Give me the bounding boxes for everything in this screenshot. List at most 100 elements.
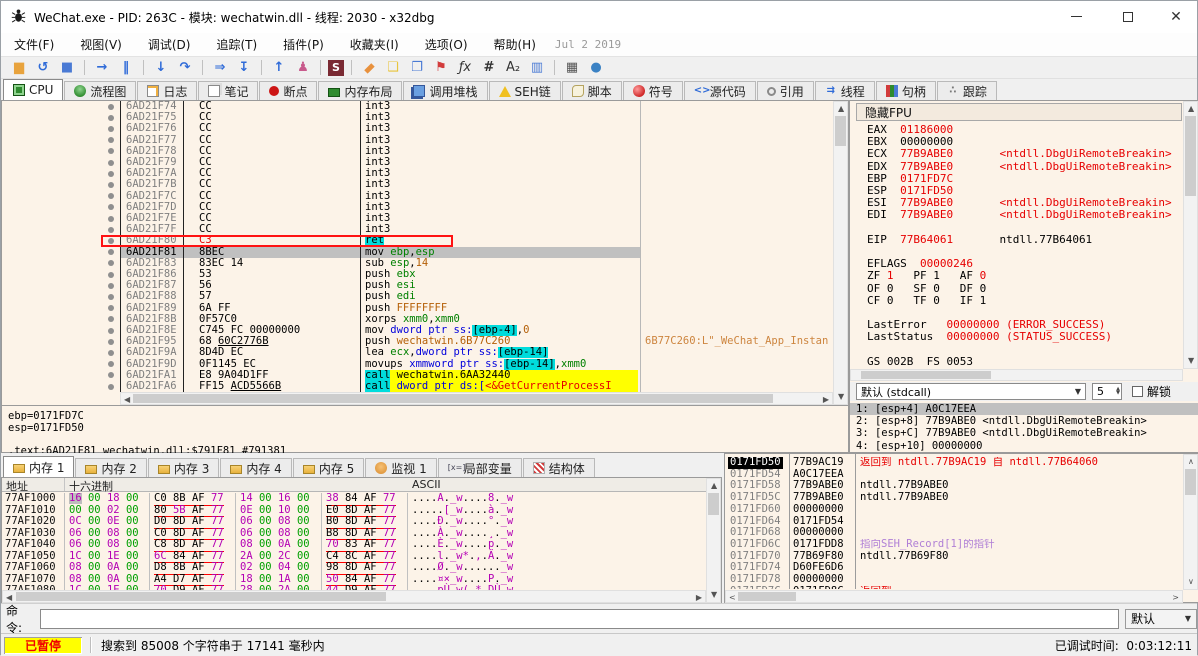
disasm-row[interactable]: 6AD21F8857push edi <box>2 291 833 302</box>
step-out-icon[interactable]: ↧ <box>234 59 254 77</box>
menu-item[interactable]: 插件(P) <box>270 33 337 56</box>
register-line[interactable]: ECX 77B9ABE0 <ntdll.DbgUiRemoteBreakin> <box>867 148 1183 160</box>
hide-fpu-button[interactable]: 隐藏FPU <box>856 103 1182 121</box>
hash-icon[interactable]: # <box>479 59 499 77</box>
memtab-内存 4[interactable]: 内存 4 <box>220 458 291 477</box>
menu-item[interactable]: 文件(F) <box>1 33 67 56</box>
dump-horizontal-scrollbar[interactable]: ◀▶ <box>2 590 706 603</box>
register-line[interactable]: EIP 77B64061 ntdll.77B64061 <box>867 234 1183 246</box>
tab-流程图[interactable]: 流程图 <box>64 81 136 100</box>
argument-row[interactable]: 2: [esp+8] 77B9ABE0 <ntdll.DbgUiRemoteBr… <box>850 415 1198 427</box>
calling-convention-select[interactable]: 默认 (stdcall) ▼ <box>856 383 1086 400</box>
tab-内存布局[interactable]: 内存布局 <box>318 81 402 100</box>
tab-引用[interactable]: 引用 <box>757 81 814 100</box>
disasm-row[interactable]: 6AD21FA6FF15 ACD5566Bcall dword ptr ds:[… <box>2 381 833 392</box>
menu-item[interactable]: 追踪(T) <box>203 33 270 56</box>
register-line[interactable]: GS 002B FS 0053 <box>867 356 1183 368</box>
register-line[interactable]: LastStatus 00000000 (STATUS_SUCCESS) <box>867 331 1183 343</box>
register-line[interactable]: ZF 1 PF 1 AF 0 <box>867 270 1183 282</box>
close-button[interactable]: ✕ <box>1153 1 1198 32</box>
menu-item[interactable]: 视图(V) <box>67 33 135 56</box>
device-icon[interactable]: ▥ <box>527 59 547 77</box>
register-line[interactable]: ESP 0171FD50 <box>867 185 1183 197</box>
tab-日志[interactable]: 日志 <box>137 81 197 100</box>
register-line[interactable] <box>867 246 1183 258</box>
disasm-row[interactable]: 6AD21F7BCCint3 <box>2 179 833 190</box>
menu-item[interactable]: 选项(O) <box>412 33 481 56</box>
memtab-内存 3[interactable]: 内存 3 <box>148 458 219 477</box>
register-line[interactable]: EAX 01186000 <box>867 124 1183 136</box>
tab-跟踪[interactable]: ∴跟踪 <box>937 81 997 100</box>
open-file-icon[interactable]: ▆ <box>9 59 29 77</box>
calculator-icon[interactable]: ▦ <box>562 59 582 77</box>
run-icon[interactable]: → <box>92 59 112 77</box>
argument-row[interactable]: 1: [esp+4] A0C17EEA <box>850 403 1198 415</box>
menu-item[interactable]: 收藏夹(I) <box>337 33 412 56</box>
register-line[interactable] <box>867 344 1183 356</box>
tab-符号[interactable]: 符号 <box>623 81 683 100</box>
stack-horizontal-scrollbar[interactable]: <> <box>725 590 1183 603</box>
strings-icon[interactable]: S <box>328 60 344 76</box>
register-line[interactable]: OF 0 SF 0 DF 0 <box>867 283 1183 295</box>
maximize-button[interactable] <box>1105 1 1151 32</box>
globe-icon[interactable]: ● <box>586 59 606 77</box>
disasm-horizontal-scrollbar[interactable]: ◀▶ <box>120 392 833 405</box>
labels-icon[interactable]: ❐ <box>407 59 427 77</box>
register-line[interactable]: ESI 77B9ABE0 <ntdll.DbgUiRemoteBreakin> <box>867 197 1183 209</box>
memtab-局部变量[interactable]: [x=]局部变量 <box>438 458 522 477</box>
disasm-row[interactable]: 6AD21F9A8D4D EClea ecx,dword ptr ss:[ebp… <box>2 347 833 358</box>
minimize-button[interactable] <box>1053 1 1099 32</box>
register-line[interactable]: EFLAGS 00000246 <box>867 258 1183 270</box>
command-profile-dropdown[interactable]: 默认 ▼ <box>1125 609 1197 629</box>
comments-icon[interactable]: ❑ <box>383 59 403 77</box>
register-line[interactable]: EDX 77B9ABE0 <ntdll.DbgUiRemoteBreakin> <box>867 161 1183 173</box>
tab-线程[interactable]: ⇉线程 <box>815 81 875 100</box>
command-input[interactable] <box>40 609 1119 629</box>
arg-count-stepper[interactable]: 5 ▲ ▼ <box>1092 383 1122 400</box>
dump-vertical-scrollbar[interactable]: ▲▼ <box>706 478 721 603</box>
memtab-监视 1[interactable]: 监视 1 <box>365 458 436 477</box>
tab-调用堆栈[interactable]: 调用堆栈 <box>403 81 487 100</box>
stop-icon[interactable]: ■ <box>57 59 77 77</box>
pause-icon[interactable]: ‖ <box>116 59 136 77</box>
memtab-结构体[interactable]: 结构体 <box>523 458 595 477</box>
register-line[interactable]: CF 0 TF 0 IF 1 <box>867 295 1183 307</box>
patch-icon[interactable]: ▬ <box>356 54 383 81</box>
unlock-checkbox[interactable] <box>1132 386 1143 397</box>
argument-row[interactable]: 4: [esp+10] 00000000 <box>850 440 1198 452</box>
step-over-icon[interactable]: ↷ <box>175 59 195 77</box>
function-icon[interactable]: ƒx <box>455 59 475 77</box>
go-user-icon[interactable]: ♟ <box>293 59 313 77</box>
step-into-icon[interactable]: ↓ <box>151 59 171 77</box>
az-icon[interactable]: A₂ <box>503 59 523 77</box>
tab-断点[interactable]: 断点 <box>259 81 317 100</box>
register-line[interactable]: EBX 00000000 <box>867 136 1183 148</box>
disasm-row[interactable]: 6AD21F80C3ret <box>2 235 833 246</box>
restart-icon[interactable]: ↺ <box>33 59 53 77</box>
tab-SEH链[interactable]: SEH链 <box>489 81 561 100</box>
register-line[interactable] <box>867 307 1183 319</box>
run-to-user-icon[interactable]: ⇒ <box>210 59 230 77</box>
register-line[interactable]: LastError 00000000 (ERROR_SUCCESS) <box>867 319 1183 331</box>
registers-vertical-scrollbar[interactable]: ▲▼ <box>1183 101 1198 369</box>
run-up-icon[interactable]: ↑ <box>269 59 289 77</box>
tab-CPU[interactable]: CPU <box>3 79 63 100</box>
register-line[interactable]: EDI 77B9ABE0 <ntdll.DbgUiRemoteBreakin> <box>867 209 1183 221</box>
stack-vertical-scrollbar[interactable]: ∧∨ <box>1183 454 1198 590</box>
registers-horizontal-scrollbar[interactable] <box>850 369 1183 381</box>
stack-row[interactable]: 0171FD7800000000 <box>725 574 1183 586</box>
disasm-row[interactable]: 6AD21F76CCint3 <box>2 123 833 134</box>
memtab-内存 5[interactable]: 内存 5 <box>293 458 364 477</box>
tab-源代码[interactable]: <>源代码 <box>684 81 756 100</box>
stack-row[interactable]: 0171FD6000000000 <box>725 504 1183 516</box>
tab-脚本[interactable]: 脚本 <box>562 81 622 100</box>
register-line[interactable] <box>867 222 1183 234</box>
menu-item[interactable]: 调试(D) <box>135 33 204 56</box>
argument-row[interactable]: 3: [esp+C] 77B9ABE0 <ntdll.DbgUiRemoteBr… <box>850 427 1198 439</box>
memtab-内存 2[interactable]: 内存 2 <box>75 458 146 477</box>
stack-row[interactable]: 0171FD5077B9AC19返回到 ntdll.77B9AC19 自 ntd… <box>725 457 1183 469</box>
disasm-vertical-scrollbar[interactable]: ▲▼ <box>833 101 848 405</box>
stack-row[interactable]: 0171FD6C0171FDD8指向SEH_Record[1]的指针 <box>725 539 1183 551</box>
tab-句柄[interactable]: 句柄 <box>876 81 936 100</box>
menu-item[interactable]: 帮助(H) <box>481 33 549 56</box>
